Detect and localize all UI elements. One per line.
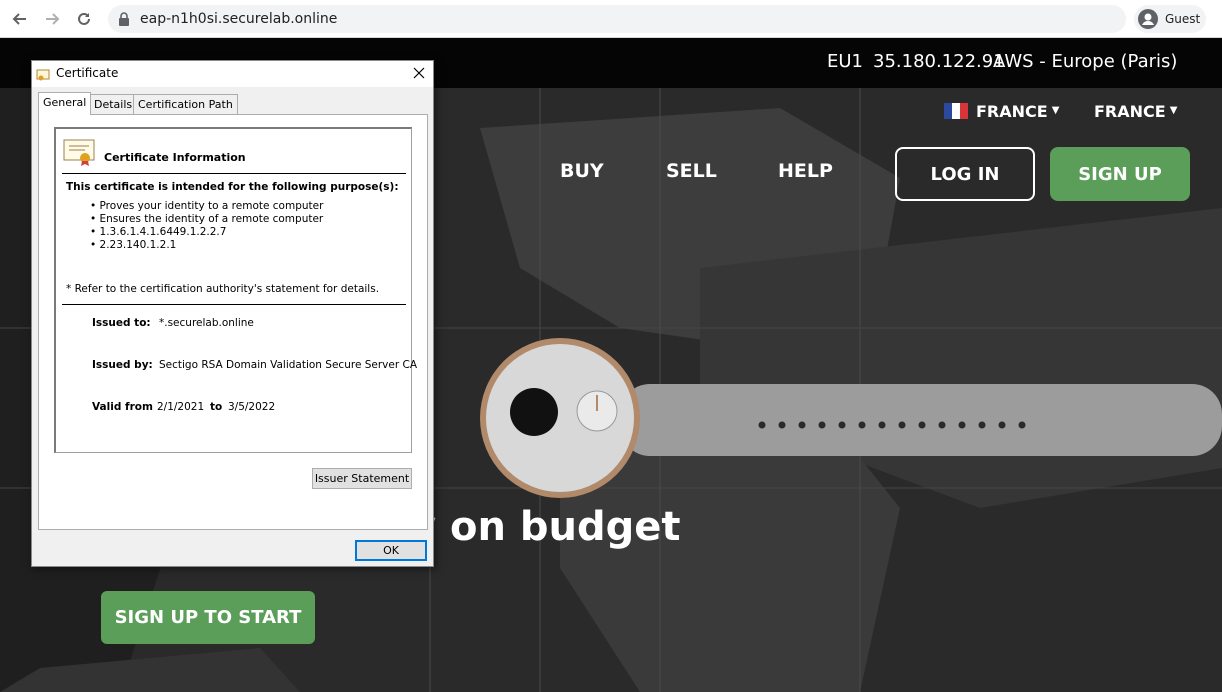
purpose-item-text: 1.3.6.1.4.1.6449.1.2.2.7 [99, 226, 227, 238]
general-tab-panel: Certificate Information This certificate… [38, 114, 428, 530]
issued-by-label: Issued by: [92, 359, 153, 371]
url-text: eap-n1h0si.securelab.online [140, 11, 338, 27]
back-arrow-icon[interactable] [8, 7, 32, 31]
caret-down-icon: ▼ [1169, 105, 1178, 116]
divider [62, 173, 406, 174]
country-selector-label: FRANCE [976, 102, 1048, 121]
valid-from-label: Valid from [92, 401, 153, 413]
language-selector[interactable]: FRANCE ▼ [1094, 102, 1177, 121]
env-ip: 35.180.122.91 [873, 51, 1005, 72]
issued-to-value: *.securelab.online [159, 317, 254, 329]
valid-to-value: 3/5/2022 [228, 401, 276, 413]
purpose-item-text: 2.23.140.1.2.1 [99, 239, 177, 251]
valid-to-label: to [210, 401, 223, 413]
certificate-icon [36, 67, 50, 86]
login-button[interactable]: LOG IN [895, 147, 1035, 201]
signup-button[interactable]: SIGN UP [1050, 147, 1190, 201]
env-region: EU1 [827, 51, 863, 72]
profile-button[interactable]: Guest [1134, 5, 1206, 33]
env-host: AWS - Europe (Paris) [993, 51, 1178, 72]
caret-down-icon: ▼ [1051, 105, 1060, 116]
reload-icon[interactable] [72, 7, 96, 31]
certificate-info-box: Certificate Information This certificate… [54, 127, 417, 453]
tab-details[interactable]: Details [89, 94, 138, 114]
purpose-item-text: Proves your identity to a remote compute… [99, 200, 324, 212]
ca-statement-note-text: Refer to the certification authority's s… [74, 283, 380, 295]
nav-buy[interactable]: BUY [560, 160, 604, 182]
avatar-icon [1138, 9, 1158, 29]
ca-statement-note: * Refer to the certification authority's… [66, 283, 380, 295]
hero-headline: y on budget [410, 504, 681, 550]
close-icon[interactable] [408, 62, 430, 84]
dialog-title: Certificate [56, 66, 119, 80]
signup-to-start-button[interactable]: SIGN UP TO START [101, 591, 315, 644]
certificate-info-title: Certificate Information [104, 151, 246, 164]
issued-by-value: Sectigo RSA Domain Validation Secure Ser… [159, 359, 418, 371]
purpose-item: • 2.23.140.1.2.1 [90, 239, 177, 251]
nav-sell[interactable]: SELL [666, 160, 717, 182]
profile-name: Guest [1165, 12, 1201, 26]
browser-toolbar: eap-n1h0si.securelab.online Guest [0, 0, 1222, 38]
tab-certification-path[interactable]: Certification Path [133, 94, 238, 114]
tab-general[interactable]: General [38, 92, 92, 115]
forward-arrow-icon[interactable] [40, 7, 64, 31]
certificate-dialog: Certificate General Details Certificatio… [31, 60, 434, 567]
valid-from-value: 2/1/2021 [157, 401, 205, 413]
purpose-heading: This certificate is intended for the fol… [66, 181, 399, 193]
divider [62, 304, 406, 305]
nav-help[interactable]: HELP [778, 160, 833, 182]
address-bar[interactable]: eap-n1h0si.securelab.online [108, 5, 1126, 33]
purpose-item: • 1.3.6.1.4.1.6449.1.2.2.7 [90, 226, 227, 238]
purpose-item: • Ensures the identity of a remote compu… [90, 213, 324, 225]
country-selector[interactable]: FRANCE ▼ [976, 102, 1059, 121]
france-flag-icon [944, 103, 968, 119]
purpose-item: • Proves your identity to a remote compu… [90, 200, 324, 212]
certificate-large-icon [63, 139, 95, 171]
dialog-titlebar[interactable]: Certificate [32, 61, 433, 87]
purpose-item-text: Ensures the identity of a remote compute… [99, 213, 324, 225]
issued-to-label: Issued to: [92, 317, 151, 329]
ok-button[interactable]: OK [355, 540, 427, 561]
lock-icon[interactable] [118, 12, 130, 31]
language-selector-label: FRANCE [1094, 102, 1166, 121]
issuer-statement-button[interactable]: Issuer Statement [312, 468, 412, 489]
